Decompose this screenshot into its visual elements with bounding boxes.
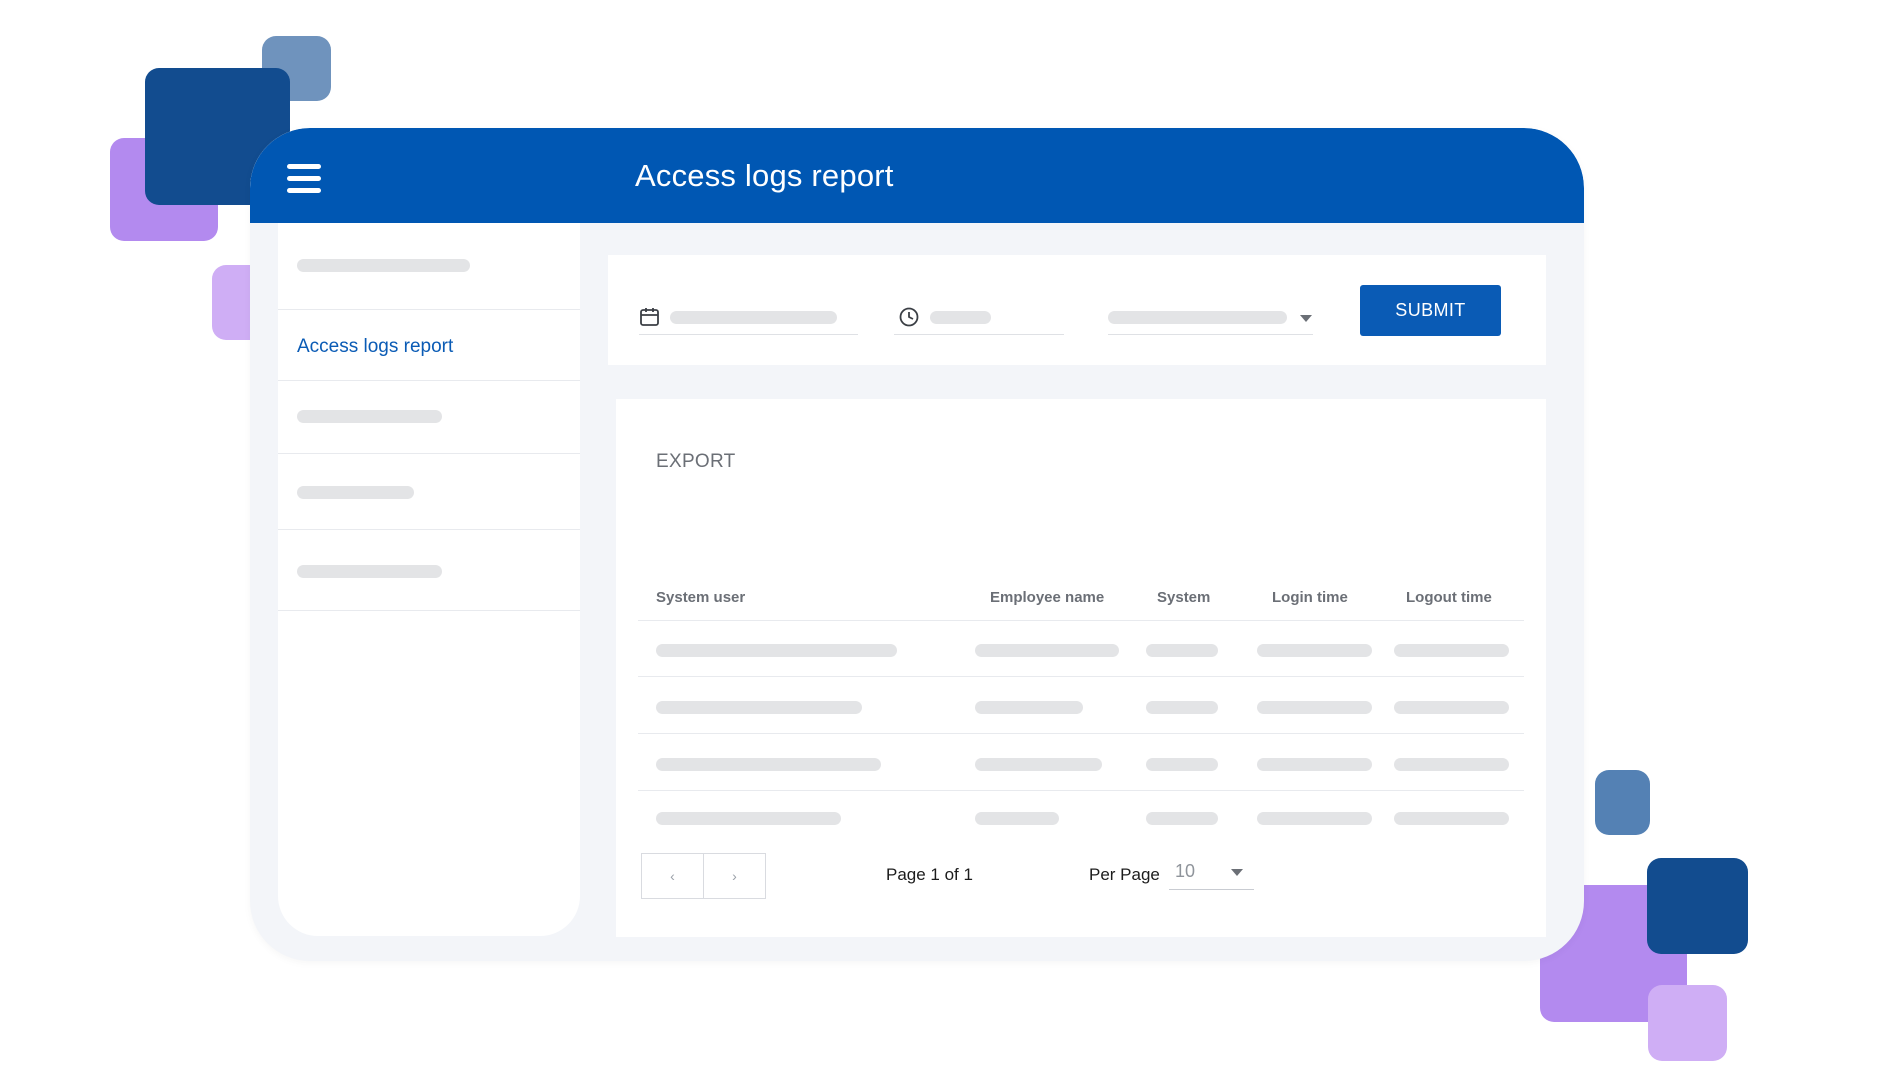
chevron-left-icon[interactable]: ‹ [642,854,703,898]
clock-icon [899,307,919,327]
per-page-label: Per Page [1089,865,1160,884]
pagination-controls: ‹ › [641,853,766,899]
export-button[interactable]: EXPORT [656,451,736,473]
decor-square [1648,985,1727,1061]
table-cell-placeholder [656,758,881,771]
chevron-down-icon [1231,869,1243,876]
page-info: Page 1 of 1 [886,865,973,884]
time-field[interactable] [894,300,1064,335]
sidebar-item[interactable] [278,530,580,611]
sidebar-item[interactable] [278,223,580,310]
table-divider [638,620,1524,621]
table-cell-placeholder [656,644,897,657]
table-cell-placeholder [1257,758,1372,771]
app-window: Access logs report Access logs report SU… [250,128,1584,961]
placeholder-text [297,565,442,578]
table-cell-placeholder [1394,812,1509,825]
date-field[interactable] [639,300,858,335]
sidebar-item-access-logs[interactable]: Access logs report [278,310,580,381]
table-cell-placeholder [656,701,862,714]
table-cell-placeholder [975,758,1102,771]
table-cell-placeholder [1146,758,1218,771]
column-header-login-time[interactable]: Login time [1272,589,1348,606]
page-title: Access logs report [635,158,894,193]
placeholder-text [297,410,442,423]
results-panel: EXPORT System user Employee name System … [616,399,1546,937]
placeholder-text [670,311,837,324]
chevron-right-icon[interactable]: › [704,854,765,898]
table-cell-placeholder [656,812,841,825]
table-cell-placeholder [1257,644,1372,657]
table-cell-placeholder [975,701,1083,714]
column-header-employee-name[interactable]: Employee name [990,589,1104,606]
sidebar-item[interactable] [278,454,580,530]
per-page-value: 10 [1175,861,1196,881]
table-cell-placeholder [975,644,1119,657]
per-page-select[interactable]: 10 [1169,859,1254,890]
submit-button[interactable]: SUBMIT [1360,285,1501,336]
menu-icon[interactable] [287,164,321,194]
sidebar-item[interactable] [278,381,580,454]
table-cell-placeholder [1257,701,1372,714]
table-divider [638,790,1524,791]
header-bar: Access logs report [250,128,1584,223]
table-cell-placeholder [1146,812,1218,825]
decor-square [1595,770,1650,835]
placeholder-text [297,259,470,272]
calendar-icon [640,308,659,326]
table-cell-placeholder [1394,644,1509,657]
select-field[interactable] [1108,300,1313,335]
placeholder-text [297,486,414,499]
sidebar: Access logs report [278,223,580,936]
column-header-logout-time[interactable]: Logout time [1406,589,1492,606]
table-cell-placeholder [1146,644,1218,657]
placeholder-text [930,311,991,324]
table-cell-placeholder [1257,812,1372,825]
table-divider [638,733,1524,734]
chevron-down-icon [1300,315,1312,322]
table-cell-placeholder [975,812,1059,825]
sidebar-item-label: Access logs report [297,336,454,357]
table-divider [638,676,1524,677]
column-header-system[interactable]: System [1157,589,1210,606]
table-cell-placeholder [1394,758,1509,771]
filter-panel: SUBMIT [608,255,1546,365]
column-header-system-user[interactable]: System user [656,589,745,606]
placeholder-text [1108,311,1287,324]
table-cell-placeholder [1146,701,1218,714]
table-cell-placeholder [1394,701,1509,714]
decor-square [1647,858,1748,954]
